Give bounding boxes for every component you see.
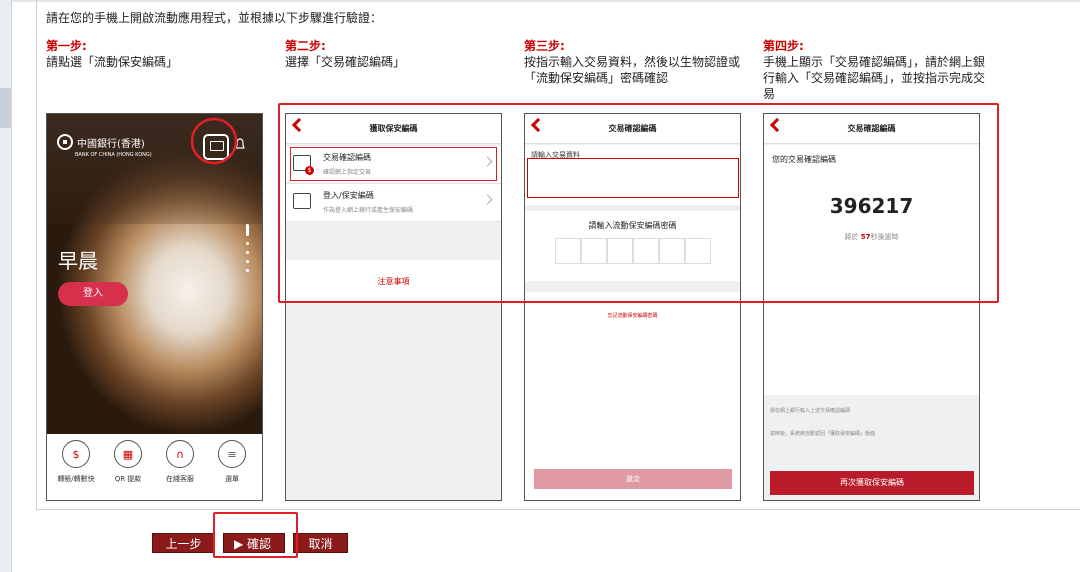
bottom-nav: $ 轉賬/轉數快 ▦ QR 提款 ∩ 在綫客服 ≡ 選單 (47, 434, 262, 500)
greeting-text: 早晨 (58, 249, 98, 273)
bank-subname: BANK OF CHINA (HONG KONG) (75, 152, 152, 158)
step-4-title: 第四步: (763, 39, 804, 53)
headset-icon: ∩ (166, 440, 194, 468)
qr-icon: ▦ (114, 440, 142, 468)
nav-support[interactable]: ∩ 在綫客服 (157, 440, 203, 484)
bank-name: 中國銀行(香港) (77, 138, 145, 150)
nav-transfer[interactable]: $ 轉賬/轉數快 (53, 440, 99, 484)
carousel-indicator (246, 224, 250, 278)
step-3: 第三步: 按指示輸入交易資料，然後以生物認證或「流動保安編碼」密碼確認 (524, 38, 746, 86)
reget-code-button[interactable]: 再次獲取保安編碼 (770, 471, 974, 495)
prev-button[interactable]: 上一步 (152, 533, 215, 553)
step-2-title: 第二步: (285, 39, 326, 53)
step-1: 第一步: 請點選「流動保安編碼」 (46, 38, 266, 70)
nav-menu[interactable]: ≡ 選單 (209, 440, 255, 484)
hint-2: 逾時後，系統將自動返回「獲取保安編碼」版面 (770, 431, 876, 437)
step-3-text: 按指示輸入交易資料，然後以生物認證或「流動保安編碼」密碼確認 (524, 55, 741, 85)
forgot-password-link[interactable]: 忘記流動保安編碼密碼 (525, 312, 740, 319)
page: 請在您的手機上開啟流動應用程式，並根據以下步驟進行驗證： 第一步: 請點選「流動… (0, 0, 1080, 572)
boc-logo-icon (57, 134, 73, 150)
step-2-text: 選擇「交易確認編碼」 (285, 55, 406, 69)
login-button[interactable]: 登入 (58, 282, 128, 306)
step-1-text: 請點選「流動保安編碼」 (46, 55, 179, 69)
confirm-highlight-box (213, 512, 298, 558)
bank-logo: 中國銀行(香港) (57, 134, 145, 150)
transfer-icon: $ (62, 440, 90, 468)
highlight-circle (190, 117, 238, 165)
steps-highlight-box (278, 103, 999, 303)
sidebar-tab[interactable] (0, 88, 11, 128)
nav-qr[interactable]: ▦ QR 提款 (105, 440, 151, 484)
cancel-button[interactable]: 取消 (293, 533, 348, 553)
menu-icon: ≡ (218, 440, 246, 468)
step-1-title: 第一步: (46, 39, 87, 53)
hint-1: 請在網上銀行輸入上述交易確認編碼 (770, 408, 851, 414)
step-4-text: 手機上顯示「交易確認編碼」，請於網上銀行輸入「交易確認編碼」，並按指示完成交易 (763, 55, 986, 101)
intro-text: 請在您的手機上開啟流動應用程式，並根據以下步驟進行驗證： (46, 11, 383, 25)
step-2: 第二步: 選擇「交易確認編碼」 (285, 38, 505, 70)
step-4: 第四步: 手機上顯示「交易確認編碼」，請於網上銀行輸入「交易確認編碼」，並按指示… (763, 38, 985, 102)
submit-button[interactable]: 遞交 (534, 469, 732, 489)
left-sidebar-strip (0, 0, 12, 572)
step-3-title: 第三步: (524, 39, 565, 53)
phone-home-screen: 中國銀行(香港) BANK OF CHINA (HONG KONG) 早晨 登入… (46, 113, 263, 501)
